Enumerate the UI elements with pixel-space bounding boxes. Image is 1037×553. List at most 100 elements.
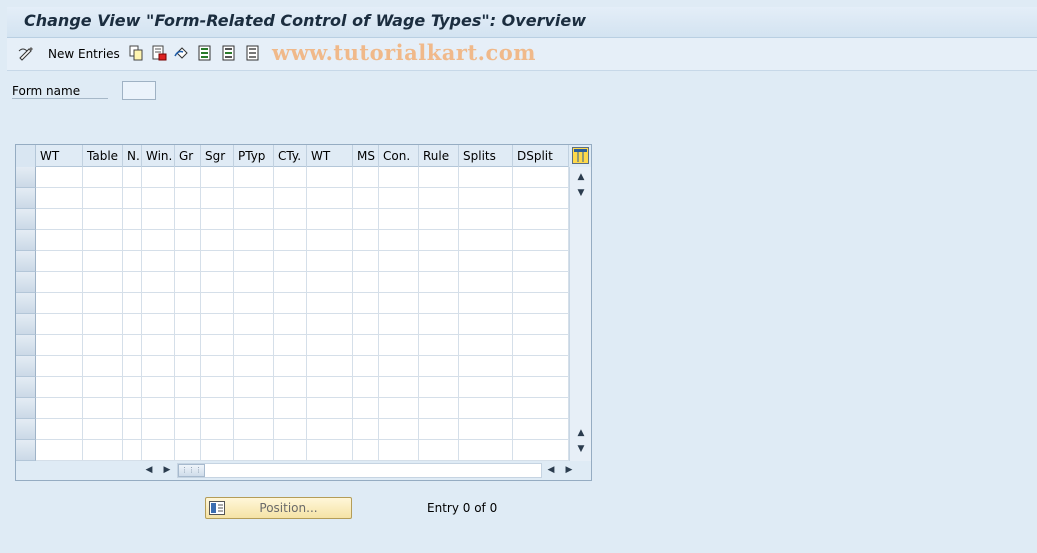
table-cell[interactable] (83, 251, 123, 272)
table-cell[interactable] (142, 272, 175, 293)
table-cell[interactable] (123, 293, 142, 314)
row-selector[interactable] (16, 356, 36, 377)
table-cell[interactable] (123, 251, 142, 272)
table-cell[interactable] (307, 209, 353, 230)
table-cell[interactable] (123, 335, 142, 356)
table-cell[interactable] (274, 251, 307, 272)
table-cell[interactable] (353, 293, 379, 314)
table-cell[interactable] (123, 230, 142, 251)
table-cell[interactable] (234, 209, 274, 230)
table-cell[interactable] (379, 440, 419, 461)
table-cell[interactable] (513, 440, 569, 461)
table-cell[interactable] (201, 293, 234, 314)
horizontal-scroll-thumb[interactable]: ⋮⋮⋮ (178, 464, 205, 477)
table-cell[interactable] (307, 419, 353, 440)
table-cell[interactable] (307, 167, 353, 188)
table-cell[interactable] (142, 377, 175, 398)
column-header-wt2[interactable]: WT (307, 145, 353, 167)
scroll-left-end-icon[interactable]: ◀ (545, 464, 557, 477)
table-cell[interactable] (36, 209, 83, 230)
table-cell[interactable] (379, 272, 419, 293)
table-cell[interactable] (201, 335, 234, 356)
table-cell[interactable] (307, 356, 353, 377)
table-cell[interactable] (379, 377, 419, 398)
row-selector[interactable] (16, 377, 36, 398)
table-cell[interactable] (274, 293, 307, 314)
scroll-page-up-icon[interactable]: ▲ (573, 427, 589, 439)
table-cell[interactable] (513, 356, 569, 377)
table-cell[interactable] (201, 314, 234, 335)
row-selector[interactable] (16, 335, 36, 356)
table-cell[interactable] (83, 356, 123, 377)
table-cell[interactable] (379, 209, 419, 230)
table-cell[interactable] (459, 398, 513, 419)
table-cell[interactable] (459, 335, 513, 356)
table-cell[interactable] (419, 335, 459, 356)
table-cell[interactable] (142, 419, 175, 440)
position-button[interactable]: Position... (205, 497, 352, 519)
table-cell[interactable] (459, 419, 513, 440)
scroll-right-end-icon[interactable]: ▶ (563, 464, 575, 477)
table-cell[interactable] (353, 230, 379, 251)
copy-icon[interactable] (128, 45, 144, 61)
table-cell[interactable] (201, 398, 234, 419)
select-all-rows[interactable] (16, 145, 36, 167)
table-cell[interactable] (83, 167, 123, 188)
table-cell[interactable] (379, 335, 419, 356)
table-cell[interactable] (307, 188, 353, 209)
table-cell[interactable] (201, 272, 234, 293)
table-cell[interactable] (234, 230, 274, 251)
table-cell[interactable] (419, 230, 459, 251)
table-cell[interactable] (379, 188, 419, 209)
column-header-n[interactable]: N.. (123, 145, 142, 167)
vertical-scrollbar[interactable]: ▲ ▼ ▲ ▼ (569, 167, 591, 461)
table-cell[interactable] (353, 314, 379, 335)
table-cell[interactable] (419, 356, 459, 377)
row-selector[interactable] (16, 440, 36, 461)
table-cell[interactable] (175, 356, 201, 377)
table-cell[interactable] (142, 356, 175, 377)
table-cell[interactable] (419, 188, 459, 209)
table-cell[interactable] (513, 335, 569, 356)
table-cell[interactable] (459, 314, 513, 335)
horizontal-scroll-track[interactable]: ⋮⋮⋮ (177, 463, 542, 478)
select-all-icon[interactable] (197, 45, 213, 61)
table-cell[interactable] (419, 293, 459, 314)
table-cell[interactable] (419, 272, 459, 293)
column-header-con[interactable]: Con. (379, 145, 419, 167)
table-row[interactable] (16, 230, 569, 251)
table-cell[interactable] (307, 293, 353, 314)
column-header-gr[interactable]: Gr (175, 145, 201, 167)
table-cell[interactable] (513, 167, 569, 188)
table-cell[interactable] (175, 293, 201, 314)
table-cell[interactable] (513, 272, 569, 293)
row-selector[interactable] (16, 230, 36, 251)
table-cell[interactable] (36, 314, 83, 335)
table-cell[interactable] (175, 419, 201, 440)
table-row[interactable] (16, 188, 569, 209)
table-cell[interactable] (459, 356, 513, 377)
table-cell[interactable] (379, 356, 419, 377)
table-cell[interactable] (201, 419, 234, 440)
table-cell[interactable] (353, 440, 379, 461)
table-cell[interactable] (234, 167, 274, 188)
table-cell[interactable] (142, 251, 175, 272)
table-cell[interactable] (419, 209, 459, 230)
table-cell[interactable] (123, 167, 142, 188)
table-cell[interactable] (459, 167, 513, 188)
table-cell[interactable] (36, 335, 83, 356)
table-cell[interactable] (123, 314, 142, 335)
column-header-sgr[interactable]: Sgr (201, 145, 234, 167)
table-cell[interactable] (36, 188, 83, 209)
table-cell[interactable] (379, 419, 419, 440)
table-cell[interactable] (274, 209, 307, 230)
table-cell[interactable] (307, 314, 353, 335)
table-cell[interactable] (274, 314, 307, 335)
column-header-ms[interactable]: MS (353, 145, 379, 167)
table-cell[interactable] (142, 293, 175, 314)
table-cell[interactable] (36, 293, 83, 314)
display-change-icon[interactable] (18, 45, 34, 61)
table-cell[interactable] (459, 293, 513, 314)
table-cell[interactable] (459, 230, 513, 251)
table-row[interactable] (16, 293, 569, 314)
